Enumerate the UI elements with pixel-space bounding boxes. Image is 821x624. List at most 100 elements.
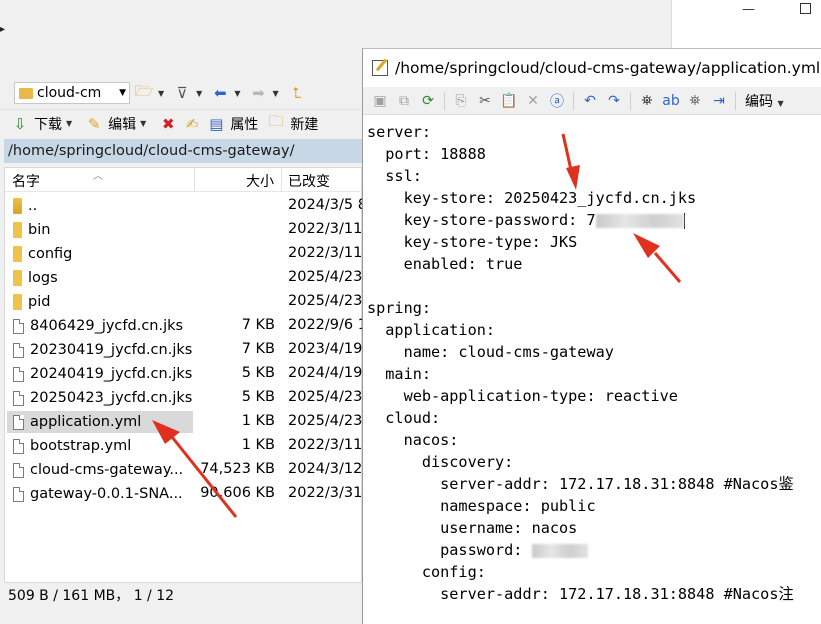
file-name-cell[interactable]: ..: [7, 195, 193, 217]
code-line[interactable]: key-store: 20250423_jycfd.cn.jks: [367, 187, 821, 209]
code-line[interactable]: discovery:: [367, 451, 821, 473]
file-name-cell[interactable]: 20250423_jycfd.cn.jks: [7, 387, 193, 409]
rename-icon[interactable]: ✍: [182, 115, 202, 133]
code-line[interactable]: server:: [367, 121, 821, 143]
code-line[interactable]: port: 18888: [367, 143, 821, 165]
column-divider[interactable]: [194, 168, 195, 192]
desktop-area: —: [672, 0, 821, 50]
file-row[interactable]: 20240419_jycfd.cn.jks 5 KB 2024/4/19: [5, 362, 363, 386]
code-line[interactable]: config:: [367, 561, 821, 583]
cut-icon[interactable]: ✂: [474, 91, 496, 111]
file-date: 2025/4/23: [288, 413, 363, 429]
file-row[interactable]: gateway-0.0.1-SNA... 90,606 KB 2022/3/31: [5, 482, 363, 506]
reload-icon[interactable]: ⟳: [417, 91, 439, 111]
file-name-cell[interactable]: bin: [7, 219, 193, 241]
file-row[interactable]: 20250423_jycfd.cn.jks 5 KB 2025/4/23: [5, 386, 363, 410]
file-name-cell[interactable]: bootstrap.yml: [7, 435, 193, 457]
location-combo[interactable]: cloud-cm ▼: [14, 82, 130, 104]
file-row[interactable]: pid 2025/4/23: [5, 290, 363, 314]
code-editor[interactable]: server: port: 18888 ssl: key-store: 2025…: [367, 121, 821, 605]
code-line[interactable]: spring:: [367, 297, 821, 319]
goto-line-icon[interactable]: ⇥: [708, 91, 730, 111]
properties-icon: ▤: [209, 114, 224, 133]
file-name-cell[interactable]: cloud-cms-gateway...: [7, 459, 193, 481]
code-line[interactable]: cloud:: [367, 407, 821, 429]
code-line[interactable]: namespace: public: [367, 495, 821, 517]
copy-icon[interactable]: ⎘: [450, 91, 472, 111]
properties-button[interactable]: ▤ 属性: [206, 114, 258, 134]
file-row[interactable]: config 2022/3/11: [5, 242, 363, 266]
code-line[interactable]: enabled: true: [367, 253, 821, 275]
file-name-cell[interactable]: pid: [7, 291, 193, 313]
edit-button[interactable]: ✎ 编辑 ▼: [84, 114, 150, 134]
delete-icon[interactable]: ✕: [522, 91, 544, 111]
chevron-down-icon[interactable]: ▼: [234, 89, 240, 98]
column-header-size[interactable]: 大小: [246, 171, 274, 191]
file-row[interactable]: bin 2022/3/11: [5, 218, 363, 242]
chevron-down-icon[interactable]: ▼: [66, 119, 72, 128]
code-line[interactable]: key-store-type: JKS: [367, 231, 821, 253]
paste-icon[interactable]: 📋: [498, 91, 520, 111]
file-name-cell[interactable]: 20230419_jycfd.cn.jks: [7, 339, 193, 361]
undo-icon[interactable]: ↶: [579, 91, 601, 111]
file-row[interactable]: bootstrap.yml 1 KB 2022/3/11: [5, 434, 363, 458]
file-row[interactable]: 8406429_jycfd.cn.jks 7 KB 2022/9/6 1: [5, 314, 367, 338]
chevron-down-icon[interactable]: ▼: [119, 88, 126, 98]
column-header-modified[interactable]: 已改变: [288, 171, 330, 191]
file-row[interactable]: logs 2025/4/23: [5, 266, 363, 290]
code-line[interactable]: server-addr: 172.17.18.31:8848 #Nacos注: [367, 583, 821, 605]
file-row[interactable]: application.yml 1 KB 2025/4/23: [5, 410, 363, 434]
minimize-icon[interactable]: —: [742, 2, 755, 17]
file-name-cell[interactable]: logs: [7, 267, 193, 289]
code-line[interactable]: password:: [367, 539, 821, 561]
open-folder-icon[interactable]: 🗁: [134, 82, 154, 102]
file-name-cell[interactable]: 8406429_jycfd.cn.jks: [7, 315, 193, 337]
current-path-bar[interactable]: /home/springcloud/cloud-cms-gateway/: [4, 139, 362, 163]
select-all-icon[interactable]: ⓐ: [546, 91, 568, 111]
file-name-cell[interactable]: config: [7, 243, 193, 265]
back-arrow-icon[interactable]: ⬅: [210, 84, 230, 102]
code-line-text: enabled: true: [367, 255, 523, 273]
code-line[interactable]: [367, 275, 821, 297]
code-line[interactable]: ssl:: [367, 165, 821, 187]
save-icon[interactable]: ▣: [369, 91, 391, 111]
save-all-icon[interactable]: ⧉: [393, 91, 415, 111]
file-name-cell[interactable]: 20240419_jycfd.cn.jks: [7, 363, 193, 385]
code-line[interactable]: nacos:: [367, 429, 821, 451]
chevron-down-icon[interactable]: ▼: [196, 89, 202, 98]
find-icon[interactable]: ⛯: [636, 91, 658, 111]
file-list[interactable]: ︿ 名字 大小 已改变 .. 2024/3/5 8 bin 2022/3/11 conf…: [4, 167, 367, 583]
file-row[interactable]: cloud-cms-gateway... 74,523 KB 2024/3/12: [5, 458, 363, 482]
redo-icon[interactable]: ↷: [603, 91, 625, 111]
download-button[interactable]: ⇩ 下载 ▼: [10, 114, 76, 134]
maximize-icon[interactable]: [800, 3, 811, 14]
code-line[interactable]: key-store-password: 7: [367, 209, 821, 231]
code-line[interactable]: server-addr: 172.17.18.31:8848 #Nacos鉴: [367, 473, 821, 495]
code-line-text: key-store-password: 7: [367, 211, 596, 229]
encoding-menu[interactable]: 编码 ▼: [745, 91, 788, 111]
filter-icon[interactable]: ⊽: [172, 84, 192, 102]
chevron-down-icon[interactable]: ▼: [140, 119, 146, 128]
new-button[interactable]: 🗀 新建: [266, 112, 319, 134]
file-row[interactable]: 20230419_jycfd.cn.jks 7 KB 2023/4/19: [5, 338, 363, 362]
code-line[interactable]: web-application-type: reactive: [367, 385, 821, 407]
forward-arrow-icon[interactable]: ➡: [248, 84, 268, 102]
chevron-down-icon[interactable]: ▼: [272, 89, 278, 98]
file-name-cell[interactable]: application.yml: [7, 411, 193, 433]
code-line[interactable]: name: cloud-cms-gateway: [367, 341, 821, 363]
code-line[interactable]: main:: [367, 363, 821, 385]
replace-icon[interactable]: ab: [660, 91, 682, 111]
chevron-down-icon[interactable]: ▼: [158, 89, 164, 98]
parent-folder-icon[interactable]: ⮤: [287, 84, 307, 102]
file-row[interactable]: .. 2024/3/5 8: [5, 194, 367, 218]
file-name-cell[interactable]: gateway-0.0.1-SNA...: [7, 483, 193, 505]
column-header-name[interactable]: 名字: [12, 171, 40, 191]
find-next-icon[interactable]: ⛯: [684, 91, 706, 111]
editor-title-bar[interactable]: /home/springcloud/cloud-cms-gateway/appl…: [363, 49, 821, 87]
delete-icon[interactable]: ✖: [158, 115, 178, 133]
file-date: 2025/4/23: [288, 269, 363, 285]
code-line[interactable]: username: nacos: [367, 517, 821, 539]
current-path: /home/springcloud/cloud-cms-gateway/: [8, 143, 295, 159]
code-line[interactable]: application:: [367, 319, 821, 341]
column-divider[interactable]: [281, 168, 282, 192]
